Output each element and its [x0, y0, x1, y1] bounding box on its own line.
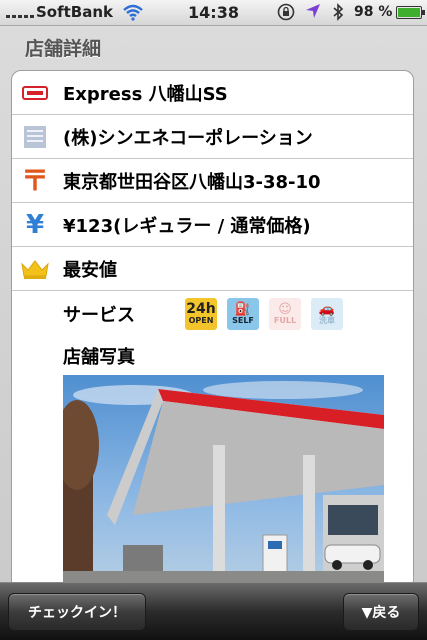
status-bar: SoftBank 14:38 98 % — [0, 0, 427, 26]
services-label: サービス — [63, 305, 135, 326]
crown-icon — [19, 255, 51, 283]
full-service-badge-icon: ☺ FULL — [269, 298, 301, 330]
price-row: ¥ ¥123(レギュラー / 通常価格) — [12, 203, 413, 247]
self-service-badge-icon: ⛽ SELF — [227, 298, 259, 330]
bottom-toolbar: チェックイン！ ▼戻る — [0, 582, 427, 640]
postal-mark-icon: 〒 — [20, 163, 49, 197]
service-badges: 24h OPEN ⛽ SELF ☺ FULL 🚗 洗車 — [185, 298, 343, 330]
yen-icon: ¥ — [25, 209, 45, 240]
station-name: Express 八幡山SS — [63, 83, 228, 105]
store-detail-card: Express 八幡山SS (株)シンエネコーポレーション 〒 東京都世田谷区八… — [11, 70, 414, 590]
station-name-row: Express 八幡山SS — [12, 71, 413, 115]
location-services-icon — [306, 4, 320, 18]
checkin-button[interactable]: チェックイン！ — [8, 593, 146, 631]
page-title: 店舗詳細 — [25, 38, 102, 60]
car-wash-badge-icon: 🚗 洗車 — [311, 298, 343, 330]
battery-percent: 98 % — [354, 4, 393, 20]
company-name: (株)シンエネコーポレーション — [63, 127, 313, 149]
address: 東京都世田谷区八幡山3-38-10 — [63, 171, 321, 193]
rotation-lock-icon — [277, 3, 295, 21]
back-button[interactable]: ▼戻る — [343, 593, 419, 631]
ranking-row: 最安値 — [12, 247, 413, 291]
bluetooth-icon — [333, 3, 344, 21]
brand-logo-icon — [19, 79, 51, 107]
address-row[interactable]: 〒 東京都世田谷区八幡山3-38-10 — [12, 159, 413, 203]
company-row: (株)シンエネコーポレーション — [12, 115, 413, 159]
building-icon — [19, 123, 51, 151]
store-photo — [63, 375, 384, 587]
ranking: 最安値 — [63, 259, 117, 281]
price: ¥123(レギュラー / 通常価格) — [63, 215, 311, 237]
store-photo-label: 店舗写真 — [63, 347, 135, 368]
open-24h-badge-icon: 24h OPEN — [185, 298, 217, 330]
battery-icon — [396, 6, 425, 19]
